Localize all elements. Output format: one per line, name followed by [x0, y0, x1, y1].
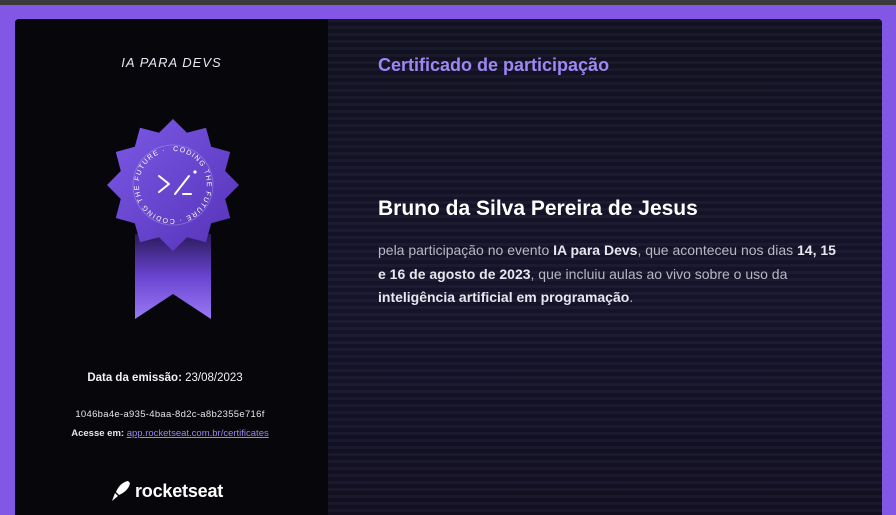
desc-text-2: , que aconteceu nos dias: [637, 242, 797, 258]
certificate-frame: IA PARA DEVS CODING THE FUTURE · CODING …: [0, 5, 896, 515]
access-label: Acesse em:: [71, 428, 125, 439]
rocketseat-logo: rocketseat: [111, 479, 223, 503]
certificate-content: Certificado de participação Bruno da Sil…: [328, 19, 882, 515]
certificate-description: pela participação no evento IA para Devs…: [378, 239, 838, 310]
issue-date-label: Data da emissão:: [87, 372, 182, 384]
event-logo: IA PARA DEVS: [121, 55, 222, 70]
desc-text-3: , que incluiu aulas ao vivo sobre o uso …: [530, 265, 788, 282]
recipient-name: Bruno da Silva Pereira de Jesus: [378, 197, 698, 220]
event-topic: inteligência artificial em programação: [378, 289, 630, 305]
access-line: Acesse em: app.rocketseat.com.br/certifi…: [15, 428, 325, 439]
certificate-card: IA PARA DEVS CODING THE FUTURE · CODING …: [15, 19, 882, 515]
rocketseat-wordmark: rocketseat: [135, 480, 224, 501]
rocket-icon: [112, 481, 130, 501]
certificate-title: Certificado de participação: [378, 55, 610, 75]
certificate-code: 1046ba4e-a935-4baa-8d2c-a8b2355e716f: [75, 409, 265, 420]
issue-date-value: 23/08/2023: [185, 372, 243, 384]
coding-the-future-badge-icon: CODING THE FUTURE · CODING THE FUTURE ·: [107, 119, 239, 319]
certificate-sidebar: IA PARA DEVS CODING THE FUTURE · CODING …: [15, 19, 328, 515]
desc-text-1: pela participação no evento: [378, 242, 554, 258]
event-name: IA para Devs: [553, 242, 638, 258]
desc-text-4: .: [629, 289, 634, 305]
certificates-link[interactable]: app.rocketseat.com.br/certificates: [127, 428, 269, 439]
issue-date: Data da emissão: 23/08/2023: [15, 372, 315, 384]
